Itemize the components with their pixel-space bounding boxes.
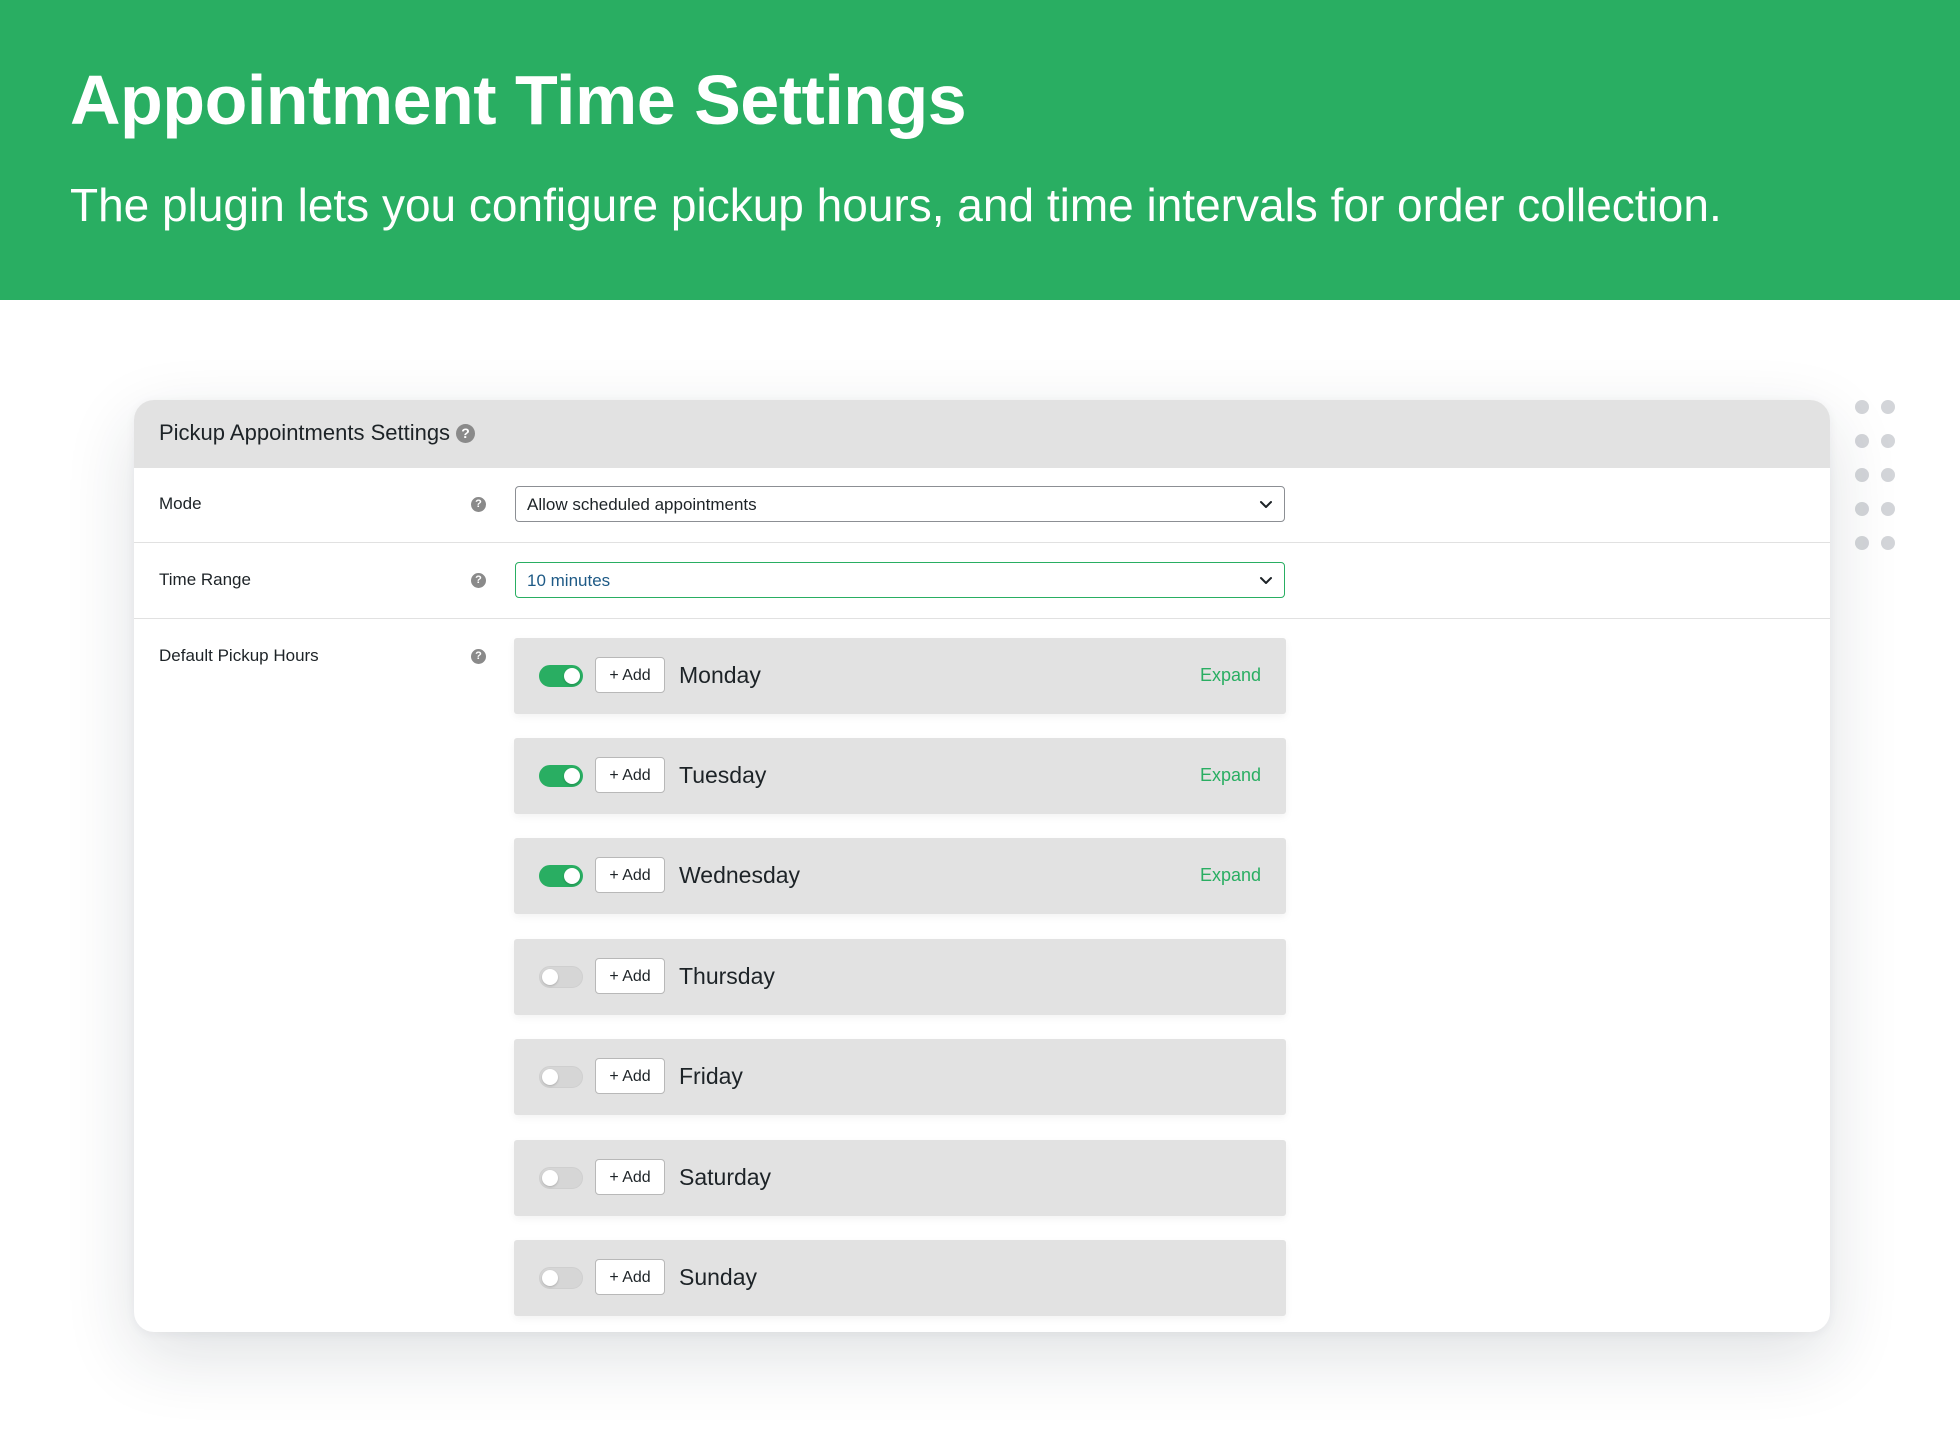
- day-name: Saturday: [679, 1164, 772, 1190]
- day-row-thursday: + Add Thursday: [514, 939, 1286, 1015]
- row-divider: [134, 618, 1830, 619]
- time-range-select-value: 10 minutes: [527, 571, 611, 590]
- chevron-down-icon: [1260, 577, 1272, 584]
- mode-select-value: Allow scheduled appointments: [527, 495, 757, 514]
- day-toggle[interactable]: [539, 1066, 583, 1088]
- day-toggle[interactable]: [539, 665, 583, 687]
- add-hours-button[interactable]: + Add: [595, 757, 665, 793]
- row-divider: [134, 542, 1830, 543]
- add-hours-button[interactable]: + Add: [595, 857, 665, 893]
- chevron-down-icon: [1260, 501, 1272, 508]
- day-row-wednesday: + Add Wednesday Expand: [514, 838, 1286, 914]
- day-row-sunday: + Add Sunday: [514, 1240, 1286, 1316]
- day-name: Monday: [679, 662, 761, 688]
- day-name: Sunday: [679, 1264, 758, 1290]
- expand-link[interactable]: Expand: [1200, 865, 1261, 886]
- add-hours-button[interactable]: + Add: [595, 1058, 665, 1094]
- day-name: Friday: [679, 1063, 743, 1089]
- day-name: Tuesday: [679, 762, 767, 788]
- add-hours-button[interactable]: + Add: [595, 657, 665, 693]
- day-row-saturday: + Add Saturday: [514, 1140, 1286, 1216]
- decorative-dots: [1855, 400, 1905, 560]
- expand-link[interactable]: Expand: [1200, 665, 1261, 686]
- day-name: Wednesday: [679, 862, 801, 888]
- time-range-label: Time Range: [159, 570, 251, 589]
- panel-header: Pickup Appointments Settings?: [134, 400, 1830, 468]
- day-toggle[interactable]: [539, 966, 583, 988]
- day-toggle[interactable]: [539, 1167, 583, 1189]
- hero-subtitle: The plugin lets you configure pickup hou…: [70, 179, 1722, 231]
- day-name: Thursday: [679, 963, 775, 989]
- hero-title: Appointment Time Settings: [70, 61, 967, 139]
- mode-select[interactable]: Allow scheduled appointments: [515, 486, 1285, 522]
- day-row-friday: + Add Friday: [514, 1039, 1286, 1115]
- settings-panel: Pickup Appointments Settings? Mode ? All…: [134, 400, 1830, 1332]
- add-hours-button[interactable]: + Add: [595, 1159, 665, 1195]
- question-circle-icon[interactable]: ?: [471, 573, 486, 588]
- question-circle-icon[interactable]: ?: [471, 649, 486, 664]
- mode-label: Mode: [159, 494, 202, 513]
- day-row-monday: + Add Monday Expand: [514, 638, 1286, 714]
- expand-link[interactable]: Expand: [1200, 765, 1261, 786]
- panel-title: Pickup Appointments Settings?: [159, 420, 476, 446]
- add-hours-button[interactable]: + Add: [595, 958, 665, 994]
- time-range-select[interactable]: 10 minutes: [515, 562, 1285, 598]
- question-circle-icon[interactable]: ?: [456, 423, 476, 443]
- day-toggle[interactable]: [539, 765, 583, 787]
- pickup-hours-label: Default Pickup Hours: [159, 646, 319, 665]
- panel-title-text: Pickup Appointments Settings: [159, 420, 451, 445]
- question-circle-icon[interactable]: ?: [471, 497, 486, 512]
- hero-banner: Appointment Time Settings The plugin let…: [0, 0, 1960, 300]
- day-toggle[interactable]: [539, 865, 583, 887]
- day-toggle[interactable]: [539, 1267, 583, 1289]
- add-hours-button[interactable]: + Add: [595, 1259, 665, 1295]
- day-row-tuesday: + Add Tuesday Expand: [514, 738, 1286, 814]
